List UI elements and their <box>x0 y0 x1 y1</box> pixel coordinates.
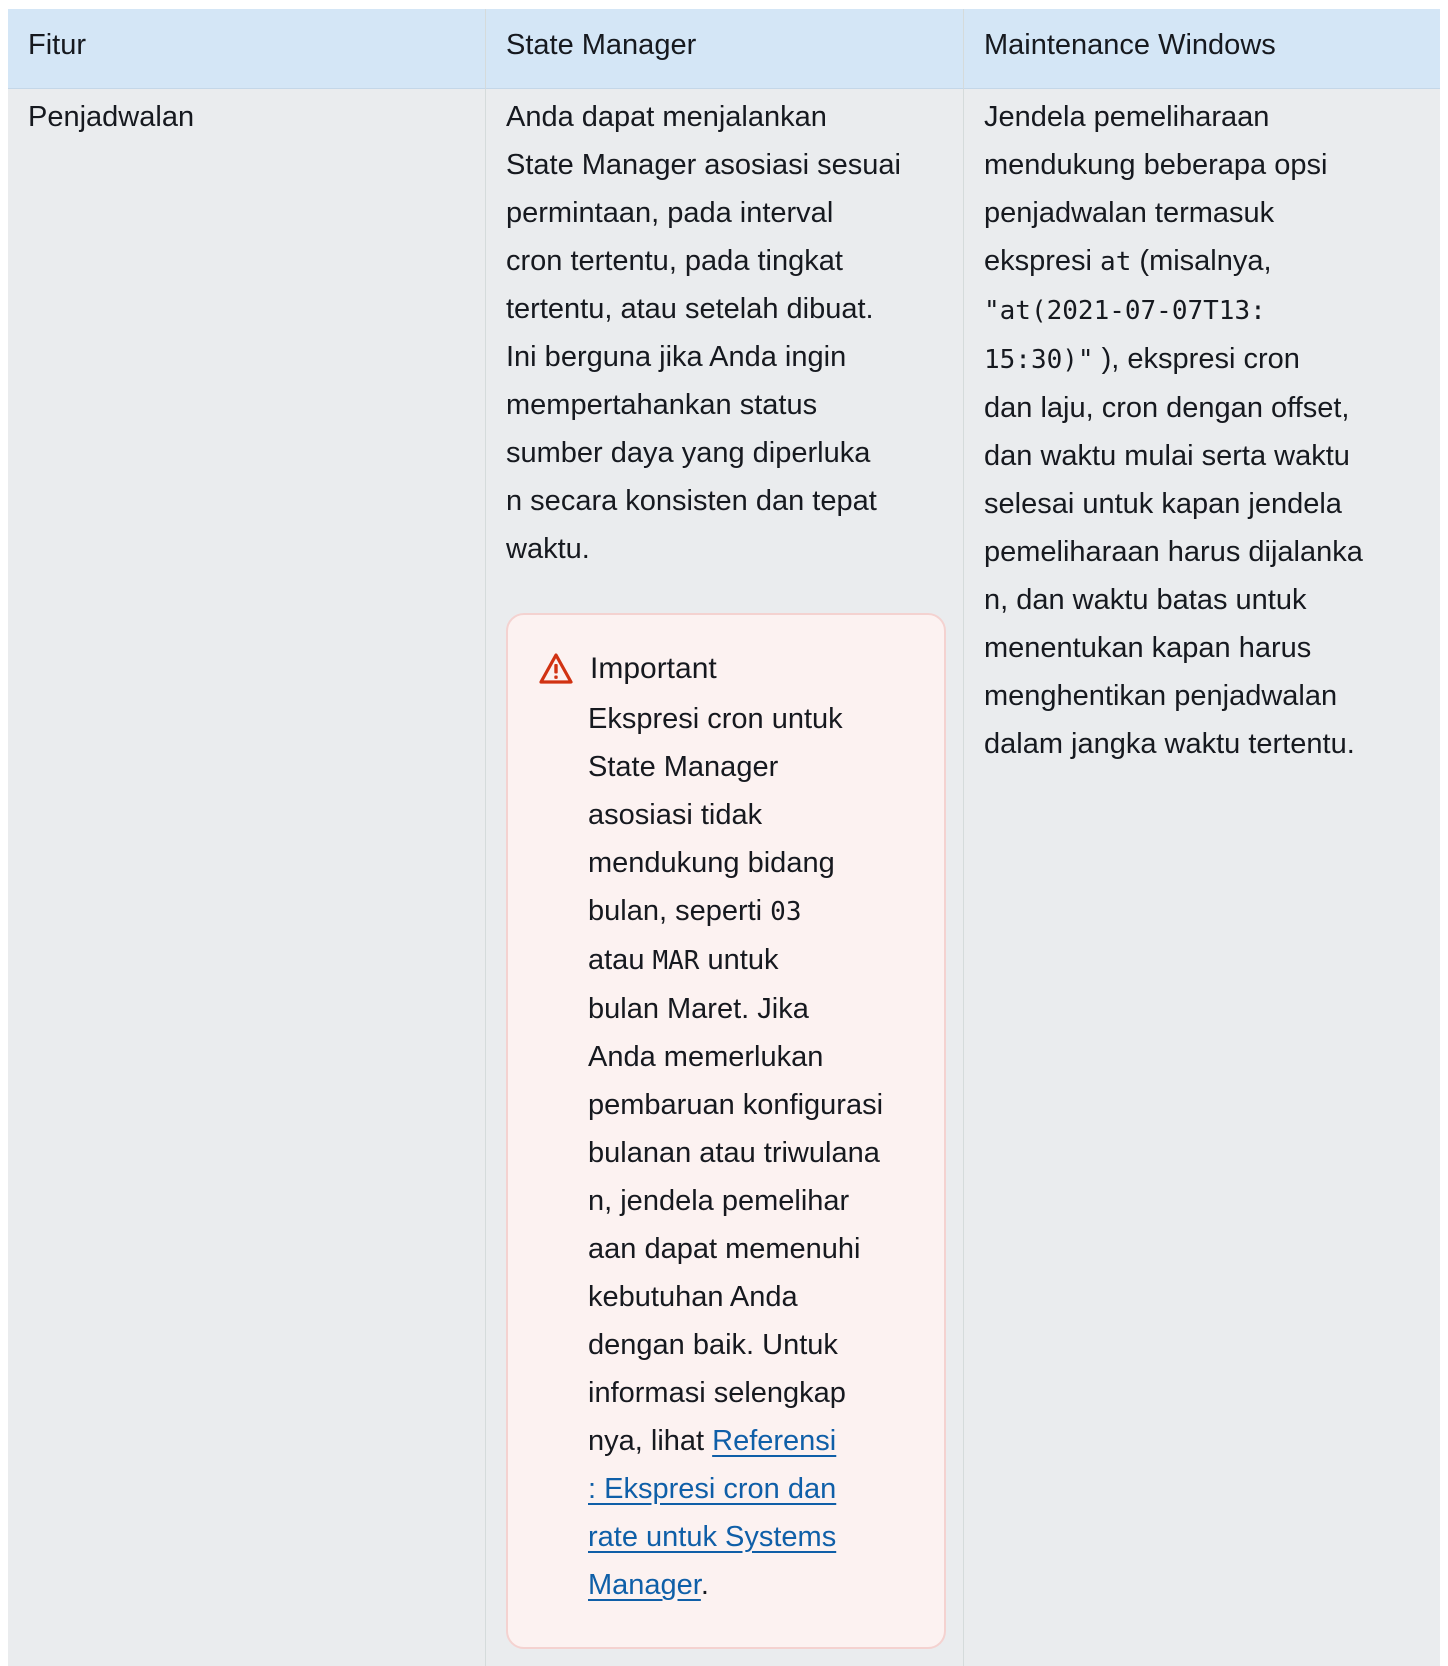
sm-line-2: permintaan, pada interval <box>506 197 834 229</box>
code-at: at <box>1100 247 1132 277</box>
sm-line-4: tertentu, atau setelah dibuat. <box>506 293 874 325</box>
imp-line2-7: dengan baik. Untuk <box>588 1329 838 1361</box>
imp-link-line-0: nya, lihat Referensi <box>588 1417 916 1465</box>
mw-rest-2: selesai untuk kapan jendela <box>984 488 1342 520</box>
comparison-table: Fitur State Manager Maintenance Windows … <box>8 9 1440 1666</box>
imp-line2-5: aan dapat memenuhi <box>588 1233 861 1265</box>
imp-line2-1: Anda memerlukan <box>588 1041 824 1073</box>
imp-line-0: Ekspresi cron untuk <box>588 703 843 735</box>
imp-line-3: mendukung bidang <box>588 847 835 879</box>
imp-atau-text: atau <box>588 944 653 976</box>
header-maintenance-windows: Maintenance Windows <box>964 9 1440 89</box>
mw-rest-3: pemeliharaan harus dijalanka <box>984 536 1363 568</box>
feature-name: Penjadwalan <box>28 101 195 133</box>
imp-line-1: State Manager <box>588 751 779 783</box>
important-header: Important <box>538 649 916 689</box>
important-body: Ekspresi cron untuk State Manager asosia… <box>588 695 916 1609</box>
mw-rest-5: menentukan kapan harus <box>984 632 1312 664</box>
important-callout: Important Ekspresi cron untuk State Mana… <box>506 613 946 1649</box>
mw-rest-1: dan waktu mulai serta waktu <box>984 440 1350 472</box>
imp-bulan-text: bulan, seperti <box>588 895 771 927</box>
important-title: Important <box>590 652 717 685</box>
code-03: 03 <box>770 897 802 927</box>
mw-line-2: mendukung beberapa opsi <box>984 149 1328 181</box>
mw-line-4-post: (misalnya, <box>1131 245 1272 277</box>
imp-link-line-2: rate untuk Systems <box>588 1513 916 1561</box>
sm-line-9: waktu. <box>506 533 590 565</box>
mw-rest-6: menghentikan penjadwalan <box>984 680 1338 712</box>
sm-line-0: Anda dapat menjalankan <box>506 101 827 133</box>
sm-line-7: sumber daya yang diperluka <box>506 437 871 469</box>
imp-line2-4: n, jendela pemelihar <box>588 1185 850 1217</box>
header-state-manager: State Manager <box>486 9 964 89</box>
mw-line-1: Jendela pemeliharaan <box>984 101 1270 133</box>
cell-maintenance-windows: Jendela pemeliharaan mendukung beberapa … <box>964 89 1440 1666</box>
reference-link-part-2[interactable]: : Ekspresi cron dan <box>588 1473 836 1505</box>
imp-link-pre: nya, lihat <box>588 1425 713 1457</box>
imp-link-line-3: Manager. <box>588 1561 916 1609</box>
warning-triangle-icon <box>538 651 574 687</box>
mw-line-4-pre: ekspresi <box>984 245 1101 277</box>
imp-line2-3: bulanan atau triwulana <box>588 1137 880 1169</box>
code-at-example-2: 15:30)" <box>984 345 1094 375</box>
mw-line-6-post: ), ekspresi cron <box>1093 343 1300 375</box>
imp-line2-8: informasi selengkap <box>588 1377 846 1409</box>
reference-link-part-3[interactable]: rate untuk Systems <box>588 1521 836 1553</box>
mw-code-line-1: "at(2021-07-07T13: <box>984 286 1426 335</box>
imp-line-bulan: bulan, seperti 03 <box>588 887 916 936</box>
code-mar: MAR <box>652 946 700 976</box>
header-fitur: Fitur <box>8 9 486 89</box>
imp-untuk-text: untuk <box>699 944 779 976</box>
sm-line-3: cron tertentu, pada tingkat <box>506 245 843 277</box>
mw-line-3: penjadwalan termasuk <box>984 197 1275 229</box>
imp-line2-0: bulan Maret. Jika <box>588 993 809 1025</box>
mw-line-4: ekspresi at (misalnya, <box>984 237 1426 286</box>
sm-line-6: mempertahankan status <box>506 389 818 421</box>
cell-feature: Penjadwalan <box>8 89 486 1666</box>
sm-line-8: n secara konsisten dan tepat <box>506 485 877 517</box>
code-at-example-1: "at(2021-07-07T13: <box>984 296 1266 326</box>
mw-code-line-2: 15:30)" ), ekspresi cron <box>984 335 1426 384</box>
imp-line-2: asosiasi tidak <box>588 799 763 831</box>
mw-rest-4: n, dan waktu batas untuk <box>984 584 1307 616</box>
mw-rest-7: dalam jangka waktu tertentu. <box>984 728 1355 760</box>
sm-line-1: State Manager asosiasi sesuai <box>506 149 901 181</box>
imp-link-post: . <box>700 1569 709 1601</box>
imp-line2-2: pembaruan konfigurasi <box>588 1089 884 1121</box>
cell-state-manager: Anda dapat menjalankan State Manager aso… <box>486 89 964 1666</box>
mw-rest-0: dan laju, cron dengan offset, <box>984 392 1350 424</box>
sm-line-5: Ini berguna jika Anda ingin <box>506 341 847 373</box>
imp-line-atau: atau MAR untuk <box>588 936 916 985</box>
imp-line2-6: kebutuhan Anda <box>588 1281 798 1313</box>
imp-link-line-1: : Ekspresi cron dan <box>588 1465 916 1513</box>
reference-link-part-4[interactable]: Manager <box>588 1569 701 1601</box>
reference-link-part-1[interactable]: Referensi <box>712 1425 836 1457</box>
